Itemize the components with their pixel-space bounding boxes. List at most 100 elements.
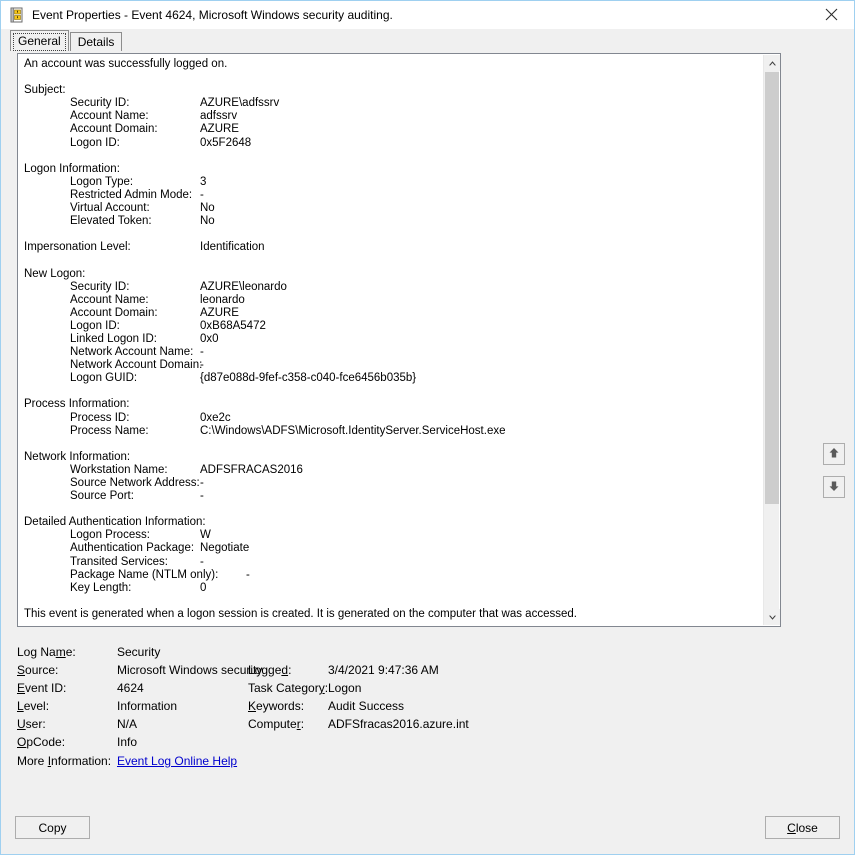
event-field-value: No <box>200 202 215 215</box>
event-section-heading: Subject: <box>24 84 764 97</box>
metadata-value: 4624 <box>117 681 144 695</box>
arrow-up-icon <box>827 446 841 463</box>
event-field-label: Package Name (NTLM only): <box>70 569 218 582</box>
event-section-heading: Logon Information: <box>24 163 764 176</box>
event-field-label: Account Name: <box>70 110 149 123</box>
window-title: Event Properties - Event 4624, Microsoft… <box>32 8 393 22</box>
metadata-label: Level: <box>17 699 49 713</box>
tab-details[interactable]: Details <box>70 32 123 51</box>
tab-details-label: Details <box>78 35 115 49</box>
arrow-down-icon <box>827 479 841 496</box>
event-field-value: C:\Windows\ADFS\Microsoft.IdentityServer… <box>200 425 506 438</box>
section-heading-label: Impersonation Level: <box>24 241 131 253</box>
event-field-value: adfssrv <box>200 110 237 123</box>
event-field-label: Account Name: <box>70 294 149 307</box>
section-heading-label: Subject: <box>24 84 66 96</box>
event-field-label: Elevated Token: <box>70 215 152 228</box>
event-field-row: Logon Type:3 <box>24 176 764 189</box>
close-button-mnemonic: C <box>787 821 796 835</box>
event-field-row: Account Name: leonardo <box>24 294 764 307</box>
event-field-row: Network Account Name:- <box>24 346 764 359</box>
event-field-row: Transited Services: - <box>24 556 764 569</box>
event-metadata-grid: Log Name:SecuritySource: Microsoft Window… <box>17 645 781 772</box>
event-field-row: Logon Process:W <box>24 529 764 542</box>
metadata-label: Source: <box>17 663 58 677</box>
event-section-heading: Network Information: <box>24 451 764 464</box>
tab-general-label: General <box>18 34 61 48</box>
event-field-row: Logon ID: 0xB68A5472 <box>24 320 764 333</box>
metadata-label: OpCode: <box>17 735 65 749</box>
event-log-icon <box>9 7 25 23</box>
event-field-row: Account Domain:AZURE <box>24 307 764 320</box>
event-field-value: - <box>200 477 204 490</box>
event-field-value: 0xB68A5472 <box>200 320 266 333</box>
event-field-label: Linked Logon ID: <box>70 333 157 346</box>
event-field-row: Virtual Account: No <box>24 202 764 215</box>
event-log-online-help-link[interactable]: Event Log Online Help <box>117 754 237 768</box>
event-field-value: - <box>200 490 204 503</box>
metadata-row: OpCode: Info <box>17 735 781 753</box>
event-field-label: Workstation Name: <box>70 464 168 477</box>
event-description-panel[interactable]: An account was successfully logged on.Su… <box>17 53 781 627</box>
section-heading-label: New Logon: <box>24 268 85 280</box>
metadata-label: Log Name: <box>17 645 76 659</box>
event-field-label: Security ID: <box>70 281 129 294</box>
event-field-label: Transited Services: <box>70 556 168 569</box>
metadata-value: N/A <box>117 717 137 731</box>
event-description-scrollbar[interactable] <box>763 55 779 625</box>
more-information-label: More Information: <box>17 754 111 768</box>
dialog-footer: Copy Close <box>1 808 854 854</box>
close-button-label: Close <box>787 821 818 835</box>
tab-strip: General Details <box>1 29 854 51</box>
event-field-label: Source Network Address: <box>70 477 200 490</box>
event-properties-window: Event Properties - Event 4624, Microsoft… <box>0 0 855 855</box>
metadata-row: Event ID:4624Task Category:Logon <box>17 681 781 699</box>
metadata-value: 3/4/2021 9:47:36 AM <box>328 663 439 677</box>
spacer <box>24 71 764 84</box>
spacer <box>24 228 764 241</box>
copy-button[interactable]: Copy <box>15 816 90 839</box>
event-field-label: Process Name: <box>70 425 149 438</box>
event-field-label: Virtual Account: <box>70 202 150 215</box>
event-field-value: 0 <box>200 582 206 595</box>
event-field-value: - <box>200 189 204 202</box>
event-field-row: Security ID:AZURE\adfssrv <box>24 97 764 110</box>
dialog-body: An account was successfully logged on.Su… <box>1 51 854 808</box>
metadata-value: Info <box>117 735 137 749</box>
metadata-label: Keywords: <box>248 699 304 713</box>
event-field-value: AZURE <box>200 307 239 320</box>
event-field-label: Logon ID: <box>70 137 120 150</box>
event-field-label: Security ID: <box>70 97 129 110</box>
event-field-value: - <box>200 346 204 359</box>
scrollbar-thumb[interactable] <box>765 72 779 504</box>
event-field-value: - <box>246 569 250 582</box>
event-field-row: Restricted Admin Mode:- <box>24 189 764 202</box>
event-field-row: Logon GUID:{d87e088d-9fef-c358-c040-fce6… <box>24 372 764 385</box>
scroll-up-icon[interactable] <box>764 55 780 71</box>
event-field-row: Security ID:AZURE\leonardo <box>24 281 764 294</box>
tab-general[interactable]: General <box>10 30 69 51</box>
event-field-label: Logon ID: <box>70 320 120 333</box>
event-section-heading: Impersonation Level:Identification <box>24 241 764 254</box>
metadata-value: Microsoft Windows security <box>117 663 262 677</box>
title-bar: Event Properties - Event 4624, Microsoft… <box>1 1 854 29</box>
event-field-row: Package Name (NTLM only): - <box>24 569 764 582</box>
event-field-row: Account Domain:AZURE <box>24 123 764 136</box>
metadata-row: Log Name:Security <box>17 645 781 663</box>
event-field-value: - <box>200 556 204 569</box>
event-field-value: {d87e088d-9fef-c358-c040-fce6456b035b} <box>200 372 416 385</box>
metadata-value: Information <box>117 699 177 713</box>
close-button[interactable]: Close <box>765 816 840 839</box>
event-field-label: Process ID: <box>70 412 129 425</box>
event-field-value: leonardo <box>200 294 245 307</box>
previous-event-button[interactable] <box>823 443 845 465</box>
event-field-row: Key Length:0 <box>24 582 764 595</box>
close-icon[interactable] <box>809 1 854 28</box>
event-field-value: 3 <box>200 176 206 189</box>
spacer <box>24 150 764 163</box>
scroll-down-icon[interactable] <box>764 609 780 625</box>
next-event-button[interactable] <box>823 476 845 498</box>
metadata-value: Logon <box>328 681 361 695</box>
metadata-row: Level:InformationKeywords:Audit Success <box>17 699 781 717</box>
event-field-label: Restricted Admin Mode: <box>70 189 192 202</box>
